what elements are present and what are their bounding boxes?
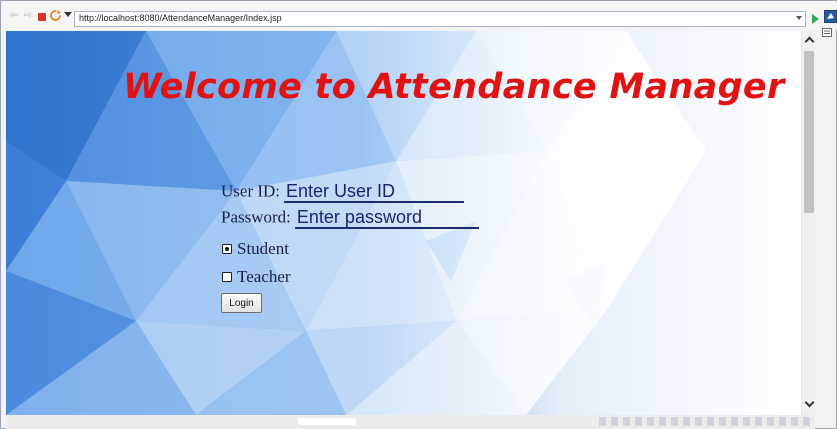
teacher-label: Teacher bbox=[237, 267, 291, 286]
browser-window: ⇦ ⇨ http://localhost:8080/AttendanceMana… bbox=[0, 0, 837, 429]
back-arrow-icon[interactable]: ⇦ bbox=[8, 10, 20, 22]
student-label: Student bbox=[237, 239, 289, 258]
scroll-up-icon[interactable] bbox=[804, 35, 814, 47]
password-row: Password: bbox=[221, 207, 479, 229]
outline-view-icon[interactable] bbox=[822, 24, 832, 37]
forward-arrow-icon[interactable]: ⇨ bbox=[22, 10, 34, 22]
stop-icon[interactable] bbox=[38, 13, 46, 21]
menu-caret-icon[interactable] bbox=[64, 12, 72, 17]
userid-row: User ID: bbox=[221, 181, 465, 203]
password-input[interactable] bbox=[294, 207, 479, 229]
login-button[interactable]: Login bbox=[221, 293, 262, 313]
teacher-radio[interactable] bbox=[222, 272, 232, 283]
status-bar-icons bbox=[599, 417, 811, 426]
student-radio[interactable] bbox=[222, 244, 232, 255]
url-bar[interactable]: http://localhost:8080/AttendanceManager/… bbox=[74, 11, 806, 27]
browser-toolbar: ⇦ ⇨ http://localhost:8080/AttendanceMana… bbox=[2, 2, 837, 30]
page-viewport: Welcome to Attendance Manager User ID: P… bbox=[6, 31, 801, 415]
password-label: Password: bbox=[221, 207, 291, 227]
userid-input[interactable] bbox=[284, 181, 465, 203]
userid-label: User ID: bbox=[221, 181, 281, 201]
refresh-icon[interactable] bbox=[49, 9, 62, 22]
student-radio-row[interactable]: Student bbox=[222, 239, 289, 259]
horizontal-scrollbar-thumb[interactable] bbox=[298, 418, 356, 425]
dropdown-icon[interactable] bbox=[796, 16, 802, 20]
teacher-radio-row[interactable]: Teacher bbox=[222, 267, 291, 287]
go-icon[interactable] bbox=[812, 14, 819, 24]
webview-icon[interactable] bbox=[824, 10, 837, 23]
scrollbar-thumb[interactable] bbox=[804, 51, 814, 213]
scroll-down-icon[interactable] bbox=[804, 397, 814, 409]
url-text[interactable]: http://localhost:8080/AttendanceManager/… bbox=[79, 13, 282, 23]
vertical-scrollbar[interactable] bbox=[801, 31, 815, 415]
page-title: Welcome to Attendance Manager bbox=[123, 67, 785, 107]
